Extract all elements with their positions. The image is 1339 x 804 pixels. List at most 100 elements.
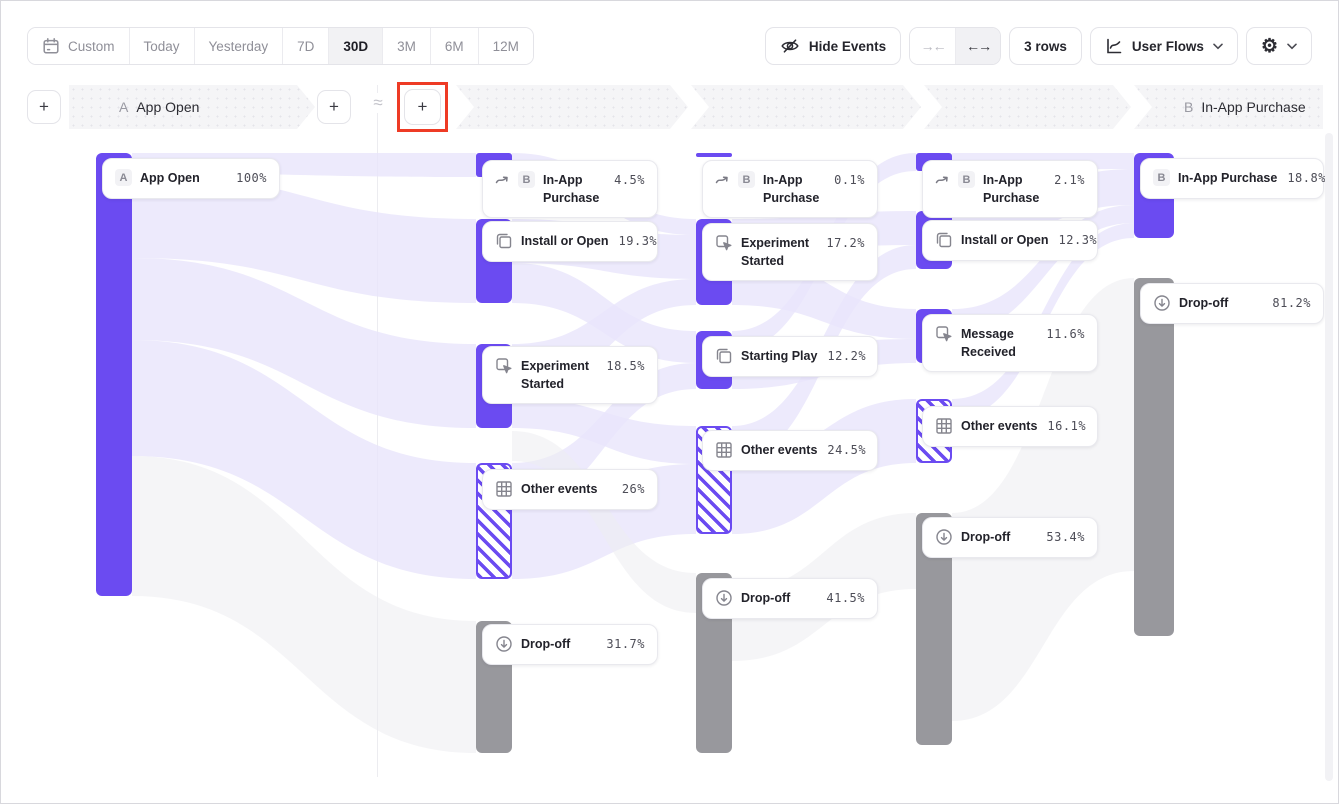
step-band-b[interactable]: BIn-App Purchase — [1134, 85, 1323, 129]
flow-node-label: In-App Purchase — [983, 171, 1044, 207]
flow-node-label: Install or Open — [961, 231, 1049, 249]
rows-button[interactable]: 3 rows — [1009, 27, 1082, 65]
flow-node-in-app-purchase[interactable]: BIn-App Purchase4.5% — [482, 160, 658, 218]
date-range-custom[interactable]: Custom — [28, 28, 129, 64]
flow-bar-app-open[interactable] — [96, 153, 132, 596]
hide-events-label: Hide Events — [809, 39, 886, 54]
flow-node-percent: 41.5% — [824, 589, 865, 608]
cursor-icon — [715, 234, 733, 252]
chevron-down-icon — [1213, 43, 1223, 50]
flow-node-label: Other events — [961, 417, 1037, 435]
date-range-12m[interactable]: 12M — [478, 28, 533, 64]
flow-node-in-app-purchase[interactable]: BIn-App Purchase18.8% — [1140, 158, 1324, 199]
expand-columns-button[interactable]: ←→ — [955, 28, 1000, 64]
copies-icon — [495, 232, 513, 250]
date-range-6m[interactable]: 6M — [430, 28, 478, 64]
flow-node-drop-off[interactable]: Drop-off31.7% — [482, 624, 658, 665]
flow-node-app-open[interactable]: A App Open 100% — [102, 158, 280, 199]
date-range-label: Custom — [68, 39, 115, 54]
flow-node-percent: 11.6% — [1044, 325, 1085, 344]
flow-ribbon — [132, 258, 476, 428]
date-range-selector: Custom Today Yesterday 7D 30D 3M 6M 12M — [27, 27, 534, 65]
chevron-down-icon — [1287, 43, 1297, 50]
copies-icon — [935, 231, 953, 249]
hide-events-button[interactable]: Hide Events — [765, 27, 901, 65]
grid-icon — [495, 480, 513, 498]
flow-node-percent: 19.3% — [617, 232, 658, 251]
step-band-empty-2[interactable] — [691, 85, 921, 129]
add-step-button-after-a[interactable]: + — [317, 90, 351, 124]
flow-node-percent: 81.2% — [1270, 294, 1311, 313]
view-selector[interactable]: User Flows — [1090, 27, 1238, 65]
flow-node-percent: 100% — [234, 169, 267, 188]
add-step-button-middle[interactable]: + — [404, 89, 441, 125]
dropoff-icon — [935, 528, 953, 546]
collapse-columns-button[interactable]: →← — [910, 28, 955, 64]
flow-bar-in-app-purchase[interactable] — [696, 153, 732, 157]
dropoff-icon — [1153, 294, 1171, 312]
date-range-30d[interactable]: 30D — [328, 28, 382, 64]
dropoff-icon — [715, 589, 733, 607]
flow-bar-drop-off[interactable] — [1134, 278, 1174, 636]
step-letter-badge: B — [518, 171, 535, 188]
copies-icon — [715, 347, 733, 365]
flow-node-label: Starting Play — [741, 347, 817, 365]
flow-node-message-received[interactable]: Message Received 11.6% — [922, 314, 1098, 372]
section-divider — [377, 85, 378, 777]
step-letter-badge: B — [958, 171, 975, 188]
cursor-icon — [495, 357, 513, 375]
flow-ribbon — [512, 431, 696, 613]
toolbar-right: Hide Events →← ←→ 3 rows User Flows ⚙ — [765, 27, 1312, 65]
flow-node-label: Other events — [521, 480, 597, 498]
flow-node-in-app-purchase[interactable]: B In-App Purchase 0.1% — [702, 160, 878, 218]
grid-icon — [935, 417, 953, 435]
flow-node-percent: 53.4% — [1044, 528, 1085, 547]
flow-node-label: In-App Purchase — [763, 171, 824, 207]
flow-node-install-or-open[interactable]: Install or Open12.3% — [922, 220, 1098, 261]
vertical-scrollbar[interactable] — [1325, 133, 1333, 781]
step-letter-badge: A — [115, 169, 132, 186]
flow-node-drop-off[interactable]: Drop-off 81.2% — [1140, 283, 1324, 324]
flow-node-drop-off[interactable]: Drop-off41.5% — [702, 578, 878, 619]
flow-node-install-or-open[interactable]: Install or Open19.3% — [482, 221, 658, 262]
flow-node-percent: 18.5% — [604, 357, 645, 376]
flow-node-label: Drop-off — [521, 635, 570, 653]
flow-node-experiment-started[interactable]: Experiment Started 18.5% — [482, 346, 658, 404]
flow-node-label: In-App Purchase — [1178, 169, 1277, 187]
flow-node-other-events[interactable]: Other events26% — [482, 469, 658, 510]
flow-node-other-events[interactable]: Other events16.1% — [922, 406, 1098, 447]
date-range-yesterday[interactable]: Yesterday — [194, 28, 283, 64]
flow-node-percent: 2.1% — [1052, 171, 1085, 190]
flow-node-percent: 0.1% — [832, 171, 865, 190]
dropoff-icon — [495, 635, 513, 653]
step-band-a[interactable]: AApp Open — [69, 85, 315, 129]
flow-node-label: App Open — [140, 169, 200, 187]
gear-icon: ⚙ — [1261, 37, 1278, 56]
flow-node-drop-off[interactable]: Drop-off 53.4% — [922, 517, 1098, 558]
settings-button[interactable]: ⚙ — [1246, 27, 1312, 65]
date-range-3m[interactable]: 3M — [382, 28, 430, 64]
flow-node-in-app-purchase[interactable]: B In-App Purchase 2.1% — [922, 160, 1098, 218]
step-band-empty-1[interactable] — [456, 85, 688, 129]
flow-node-label: Other events — [741, 441, 817, 459]
flow-node-other-events[interactable]: Other events24.5% — [702, 430, 878, 471]
grid-icon — [715, 441, 733, 459]
flow-node-percent: 18.8% — [1285, 169, 1326, 188]
eye-off-icon — [780, 36, 800, 56]
flow-ribbon — [132, 456, 476, 753]
flow-node-label: Experiment Started — [521, 357, 596, 393]
flow-node-percent: 17.2% — [824, 234, 865, 253]
flow-node-label: Drop-off — [961, 528, 1010, 546]
flow-ribbon — [132, 340, 476, 579]
flow-node-label: Message Received — [961, 325, 1036, 361]
flow-node-label: Drop-off — [1179, 294, 1228, 312]
rows-label: 3 rows — [1024, 39, 1067, 54]
flow-node-starting-play[interactable]: Starting Play12.2% — [702, 336, 878, 377]
date-range-today[interactable]: Today — [129, 28, 194, 64]
step-letter-badge: B — [738, 171, 755, 188]
add-step-button-left[interactable]: + — [27, 90, 61, 124]
step-band-empty-3[interactable] — [924, 85, 1131, 129]
flow-node-experiment-started[interactable]: Experiment Started17.2% — [702, 223, 878, 281]
date-range-7d[interactable]: 7D — [282, 28, 328, 64]
cursor-icon — [935, 325, 953, 343]
